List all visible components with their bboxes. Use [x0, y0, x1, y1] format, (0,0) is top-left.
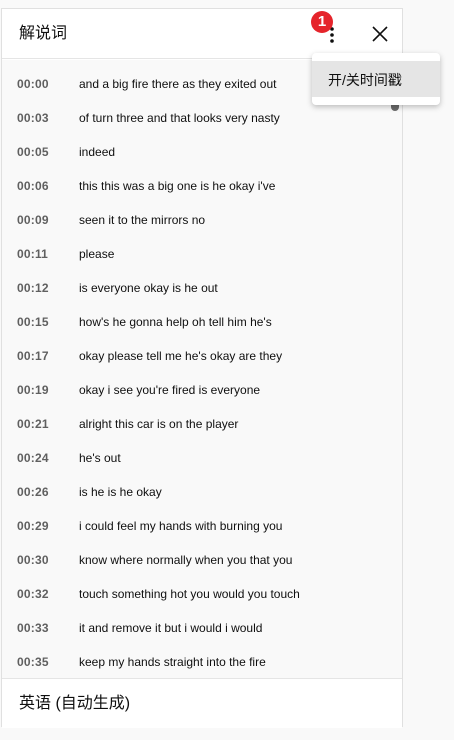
segment-text: it and remove it but i would i would [79, 621, 263, 635]
segment-timestamp: 00:29 [17, 519, 49, 533]
language-selector-label[interactable]: 英语 (自动生成) [19, 694, 130, 714]
segment-timestamp: 00:26 [17, 485, 49, 499]
segment-timestamp: 00:33 [17, 621, 49, 635]
segment-timestamp: 00:15 [17, 315, 49, 329]
segment-timestamp: 00:24 [17, 451, 49, 465]
close-icon[interactable] [368, 22, 392, 46]
segment-timestamp: 00:09 [17, 213, 49, 227]
transcript-segment[interactable]: 00:17 okay please tell me he's okay are t… [2, 340, 402, 374]
segment-text: okay please tell me he's okay are they [79, 349, 283, 363]
transcript-segment[interactable]: 00:21 alright this car is on the player [2, 408, 402, 442]
segment-text: he's out [79, 451, 121, 465]
segment-timestamp: 00:30 [17, 553, 49, 567]
segment-text: seen it to the mirrors no [79, 213, 206, 227]
transcript-segment[interactable]: 00:03 of turn three and that looks very n… [2, 102, 402, 136]
segment-timestamp: 00:19 [17, 383, 49, 397]
transcript-segment[interactable]: 00:15 how's he gonna help oh tell him he'… [2, 306, 402, 340]
transcript-segment-list[interactable]: 00:00 and a big fire there as they exited… [2, 60, 402, 678]
segment-timestamp: 00:11 [17, 247, 49, 261]
panel-title: 解说词 [19, 25, 68, 42]
transcript-segment[interactable]: 00:32 touch something hot you would you t… [2, 578, 402, 612]
segment-timestamp: 00:05 [17, 145, 49, 159]
segment-timestamp: 00:12 [17, 281, 49, 295]
menu-item-toggle-timestamps[interactable]: 开/关时间戳 [312, 61, 440, 97]
transcript-segment[interactable]: 00:30 know where normally when you that y… [2, 544, 402, 578]
segment-text: i could feel my hands with burning you [79, 519, 283, 533]
transcript-segment[interactable]: 00:05 indeed [2, 136, 402, 170]
more-options-menu: 开/关时间戳 [312, 53, 440, 105]
segment-text: is he is he okay [79, 485, 162, 499]
transcript-footer[interactable]: 英语 (自动生成) [2, 678, 402, 728]
menu-item-label: 开/关时间戳 [328, 72, 402, 88]
segment-text: okay i see you're fired is everyone [79, 383, 261, 397]
segment-text: please [79, 247, 115, 261]
segment-text: how's he gonna help oh tell him he's [79, 315, 272, 329]
segment-text: know where normally when you that you [79, 553, 293, 567]
segment-text: and a big fire there as they exited out [79, 77, 277, 91]
transcript-segment[interactable]: 00:24 he's out [2, 442, 402, 476]
segment-text: indeed [79, 145, 116, 159]
segment-text: alright this car is on the player [79, 417, 239, 431]
transcript-segment[interactable]: 00:29 i could feel my hands with burning … [2, 510, 402, 544]
transcript-header: 解说词 [2, 9, 402, 59]
transcript-segment[interactable]: 00:12 is everyone okay is he out [2, 272, 402, 306]
segment-timestamp: 00:35 [17, 655, 49, 669]
segment-timestamp: 00:21 [17, 417, 49, 431]
transcript-segment[interactable]: 00:35 keep my hands straight into the fir… [2, 646, 402, 678]
segment-timestamp: 00:32 [17, 587, 49, 601]
segment-timestamp: 00:06 [17, 179, 49, 193]
notification-badge: 1 [311, 11, 333, 33]
transcript-segment[interactable]: 00:09 seen it to the mirrors no [2, 204, 402, 238]
transcript-segment[interactable]: 00:06 this this was a big one is he okay … [2, 170, 402, 204]
transcript-segment[interactable]: 00:33 it and remove it but i would i woul… [2, 612, 402, 646]
segment-text: this this was a big one is he okay i've [79, 179, 276, 193]
segment-text: keep my hands straight into the fire [79, 655, 266, 669]
transcript-segment[interactable]: 00:19 okay i see you're fired is everyone [2, 374, 402, 408]
segment-timestamp: 00:17 [17, 349, 49, 363]
transcript-segment[interactable]: 00:26 is he is he okay [2, 476, 402, 510]
segment-timestamp: 00:03 [17, 111, 49, 125]
segment-text: touch something hot you would you touch [79, 587, 300, 601]
segment-text: of turn three and that looks very nasty [79, 111, 280, 125]
segment-timestamp: 00:00 [17, 77, 49, 91]
transcript-segment[interactable]: 00:11 please [2, 238, 402, 272]
transcript-panel: 解说词 00:00 and a big fire there as they ex… [1, 8, 403, 728]
segment-text: is everyone okay is he out [79, 281, 218, 295]
